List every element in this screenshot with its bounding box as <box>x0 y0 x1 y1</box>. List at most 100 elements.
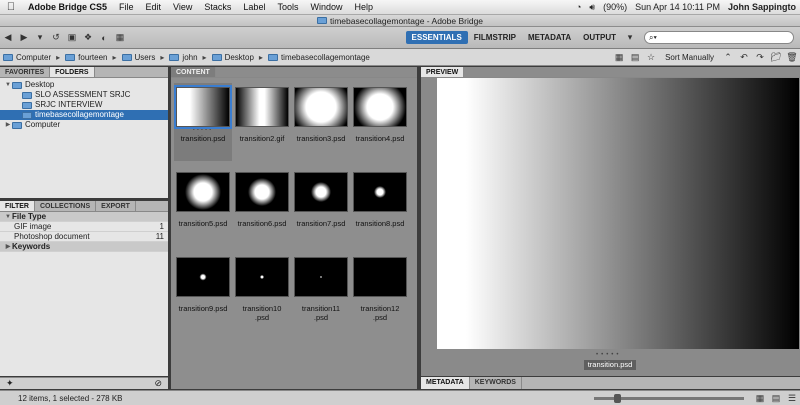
menu-label[interactable]: Label <box>237 2 271 12</box>
tab-folders[interactable]: FOLDERS <box>50 67 95 77</box>
battery-status[interactable]: (90%) <box>599 2 631 12</box>
trash-icon[interactable]: 🗑︎ <box>784 50 800 64</box>
folder-tree-item[interactable]: SLO ASSESSMENT SRJC <box>0 90 168 100</box>
wifi-icon[interactable]: ◔ <box>572 2 585 12</box>
workspace-output[interactable]: OUTPUT <box>577 31 622 44</box>
preview-filename: transition.psd <box>584 360 636 370</box>
workspace-essentials[interactable]: ESSENTIALS <box>405 31 468 44</box>
rating-filter-icon[interactable]: ☆ <box>643 50 659 64</box>
camera-icon[interactable]: ▣ <box>64 31 80 45</box>
thumbnail[interactable]: transition9.psd <box>174 253 232 331</box>
breadcrumb-item[interactable]: john <box>166 53 200 62</box>
thumbnail-image[interactable] <box>353 87 407 127</box>
thumbnail-label: transition.psd <box>180 134 226 143</box>
folder-icon <box>22 91 32 99</box>
output-icon[interactable]: ▦ <box>112 31 128 45</box>
folder-tree-item[interactable]: ▶ Computer <box>0 120 168 130</box>
menu-help[interactable]: Help <box>348 2 379 12</box>
thumbnail[interactable]: transition2.gif <box>233 83 291 161</box>
filter-row[interactable]: GIF image 1 <box>0 222 168 232</box>
folder-tree-item[interactable]: ▼ Desktop <box>0 80 168 90</box>
breadcrumb-item[interactable]: timebasecollagemontage <box>265 53 373 62</box>
folder-tree-item[interactable]: timebasecollagemontage <box>0 110 168 120</box>
disclosure-icon[interactable]: ▶ <box>4 120 12 130</box>
workspace-menu-icon[interactable]: ▾ <box>622 31 638 45</box>
breadcrumb-separator: ▸ <box>112 52 117 62</box>
thumbnail-image[interactable] <box>353 172 407 212</box>
apple-icon[interactable]:  <box>0 1 22 13</box>
open-in-camera-raw-icon[interactable]: ◐ <box>96 31 112 45</box>
thumbnail-image[interactable] <box>176 257 230 297</box>
file-type-header[interactable]: ▼ File Type <box>0 212 168 222</box>
view-grid-icon[interactable]: ▦ <box>611 50 627 64</box>
tab-collections[interactable]: COLLECTIONS <box>35 201 97 211</box>
thumbnail-image[interactable] <box>235 87 289 127</box>
view-list-icon[interactable]: ▤ <box>627 50 643 64</box>
filter-row[interactable]: Photoshop document 11 <box>0 232 168 242</box>
thumbnail-image[interactable] <box>235 172 289 212</box>
thumbnail-image[interactable] <box>176 172 230 212</box>
thumbnail[interactable]: transition5.psd <box>174 168 232 246</box>
view-details-icon[interactable]: ▤ <box>768 391 784 405</box>
disclosure-icon[interactable]: ▼ <box>4 80 12 90</box>
new-folder-icon[interactable]: 📁︎ <box>768 50 784 64</box>
thumbnail[interactable]: transition4.psd <box>351 83 409 161</box>
pin-icon[interactable]: ✦ <box>6 378 14 389</box>
menu-tools[interactable]: Tools <box>271 2 304 12</box>
search-input[interactable]: ⌕▾ <box>644 31 794 44</box>
keywords-header[interactable]: ▶ Keywords <box>0 242 168 252</box>
tab-keywords[interactable]: KEYWORDS <box>470 377 522 389</box>
thumbnail[interactable]: transition8.psd <box>351 168 409 246</box>
menu-stacks[interactable]: Stacks <box>198 2 237 12</box>
menu-view[interactable]: View <box>167 2 198 12</box>
sort-direction-icon[interactable]: ⌃ <box>720 50 736 64</box>
view-list-icon[interactable]: ☰ <box>784 391 800 405</box>
folder-tree-item[interactable]: SRJC INTERVIEW <box>0 100 168 110</box>
thumbnail[interactable]: transition3.psd <box>292 83 350 161</box>
refine-icon[interactable]: ❖ <box>80 31 96 45</box>
rotate-left-icon[interactable]: ↶ <box>736 50 752 64</box>
forward-icon[interactable]: ▶ <box>16 31 32 45</box>
thumbnail-label: transition7.psd <box>296 219 346 228</box>
back-icon[interactable]: ◀ <box>0 31 16 45</box>
thumbnail-image[interactable] <box>235 257 289 297</box>
workspace-metadata[interactable]: METADATA <box>522 31 577 44</box>
clear-filter-icon[interactable]: ⊘ <box>154 378 162 389</box>
thumbnail-image[interactable] <box>353 257 407 297</box>
workspace-filmstrip[interactable]: FILMSTRIP <box>468 31 522 44</box>
folder-dropdown-icon[interactable]: ▾ <box>32 31 48 45</box>
reveal-recent-icon[interactable]: ↺ <box>48 31 64 45</box>
tab-content[interactable]: CONTENT <box>171 67 216 77</box>
thumbnail[interactable]: transition6.psd <box>233 168 291 246</box>
thumbnail-image[interactable] <box>294 257 348 297</box>
thumbnail[interactable]: transition12 .psd <box>351 253 409 331</box>
tab-preview[interactable]: PREVIEW <box>421 67 465 77</box>
breadcrumb-item[interactable]: Desktop <box>209 53 257 62</box>
sort-menu[interactable]: Sort Manually <box>659 53 720 62</box>
thumbnail[interactable]: transition7.psd <box>292 168 350 246</box>
tab-favorites[interactable]: FAVORITES <box>0 67 51 77</box>
menu-file[interactable]: File <box>113 2 140 12</box>
user-name[interactable]: John Sappingto <box>724 2 800 12</box>
thumbnail[interactable]: transition10 .psd <box>233 253 291 331</box>
view-thumbnails-icon[interactable]: ▦ <box>752 391 768 405</box>
menu-edit[interactable]: Edit <box>140 2 168 12</box>
tab-filter[interactable]: FILTER <box>0 201 35 211</box>
breadcrumb-item[interactable]: fourteen <box>62 53 110 62</box>
thumbnail-image[interactable] <box>294 172 348 212</box>
thumbnail-image[interactable] <box>294 87 348 127</box>
rotate-right-icon[interactable]: ↷ <box>752 50 768 64</box>
breadcrumb-item[interactable]: Computer <box>0 53 54 62</box>
tab-export[interactable]: EXPORT <box>96 201 136 211</box>
thumbnail[interactable]: transition11 .psd <box>292 253 350 331</box>
menu-window[interactable]: Window <box>304 2 348 12</box>
thumbnail-size-slider[interactable] <box>594 393 744 403</box>
app-menu[interactable]: Adobe Bridge CS5 <box>22 2 113 12</box>
volume-icon[interactable]: 🔊︎ <box>585 2 599 13</box>
thumbnail[interactable]: ••••• transition.psd <box>174 83 232 161</box>
preview-image[interactable] <box>437 78 799 349</box>
tab-metadata[interactable]: METADATA <box>421 377 470 389</box>
breadcrumb-item[interactable]: Users <box>119 53 159 62</box>
thumbnail-image[interactable] <box>174 85 232 129</box>
clock[interactable]: Sun Apr 14 10:11 PM <box>631 2 724 12</box>
